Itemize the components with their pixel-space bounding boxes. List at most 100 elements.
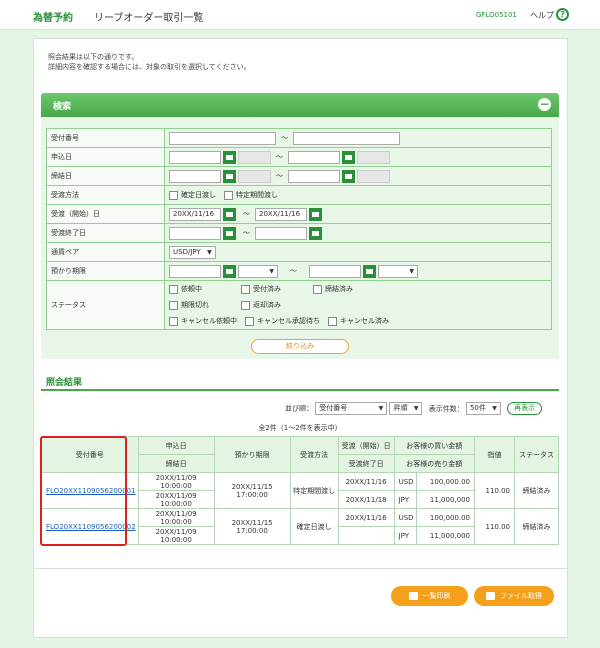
col-buy-amount: お客様の買い金額 [393, 436, 476, 455]
cell-apply-date: 20XX/11/09 10:00:00 [137, 472, 215, 491]
calendar-icon[interactable] [342, 150, 355, 164]
checkbox-status-cancel-requesting[interactable]: キャンセル依頼中 [169, 313, 237, 329]
cell-buy-amount: 100,000.00 [415, 508, 476, 527]
receipt-no-to-input[interactable] [293, 131, 400, 145]
col-delivery-start: 受渡（開始）日 [337, 436, 395, 455]
results-table: 受付番号 申込日 預かり期限 受渡方法 受渡（開始）日 お客様の買い金額 指値 … [41, 436, 559, 545]
checkbox-status-contracted[interactable]: 締結済み [313, 281, 353, 297]
print-button-label: 一覧印刷 [422, 592, 451, 600]
footer-divider [33, 568, 568, 569]
screen-id: GFLO05101 [476, 11, 517, 19]
sort-select[interactable]: 受付番号 [315, 402, 388, 415]
label-receipt-no: 受付番号 [46, 128, 165, 148]
expiry-to-time-select[interactable] [378, 264, 418, 278]
delivery-start-from-input[interactable]: 20XX/11/16 [169, 207, 221, 221]
delivery-end-to-input[interactable] [255, 226, 307, 240]
receipt-no-from-input[interactable] [169, 131, 276, 145]
apply-date-to-input[interactable] [288, 150, 340, 164]
checkbox-status-expired[interactable]: 期限切れ [169, 297, 233, 313]
checkbox-status-cancelled[interactable]: キャンセル済み [328, 313, 389, 329]
help-icon[interactable]: ? [556, 8, 569, 21]
row-apply-date: 申込日 ～ [46, 147, 552, 167]
col-delivery-method: 受渡方法 [289, 436, 339, 473]
checkbox-status-accepted[interactable]: 受付済み [241, 281, 305, 297]
collapse-icon[interactable]: − [538, 98, 551, 111]
order-select[interactable]: 昇順 [389, 402, 423, 415]
delivery-end-from-input[interactable] [169, 226, 221, 240]
apply-time-from-input [238, 150, 271, 164]
cell-sell-amount: 11,000,000 [415, 490, 476, 509]
narrow-down-button[interactable]: 絞り込み [251, 339, 349, 354]
col-sell-amount: お客様の売り金額 [393, 454, 476, 473]
row-contract-date: 締結日 ～ [46, 166, 552, 186]
tilde: ～ [276, 172, 283, 180]
calendar-icon[interactable] [223, 226, 236, 240]
tilde: ～ [290, 267, 297, 275]
cell-sell-ccy: JPY [393, 526, 417, 545]
row-receipt-no: 受付番号 ～ [46, 128, 552, 148]
file-button-label: ファイル取得 [500, 592, 542, 600]
label-currency-pair: 通貨ペア [46, 242, 165, 262]
row-delivery-start: 受渡（開始）日 20XX/11/16 ～ 20XX/11/16 [46, 204, 552, 224]
print-list-button[interactable]: 一覧印刷 [391, 586, 468, 606]
calendar-icon[interactable] [223, 207, 236, 221]
calendar-icon[interactable] [223, 150, 236, 164]
calendar-icon[interactable] [342, 169, 355, 183]
checkbox-specified-period[interactable]: 特定期間渡し [224, 190, 278, 200]
cell-delivery-start: 20XX/11/16 [337, 472, 395, 491]
table-row: FLO20XX1109056200002 20XX/11/09 10:00:00… [41, 508, 559, 545]
calendar-icon[interactable] [223, 264, 236, 278]
calendar-icon[interactable] [223, 169, 236, 183]
redisplay-button[interactable]: 再表示 [507, 402, 543, 415]
delivery-start-to-input[interactable]: 20XX/11/16 [255, 207, 307, 221]
calendar-icon[interactable] [309, 207, 322, 221]
contract-date-from-input[interactable] [169, 169, 221, 183]
cell-apply-date: 20XX/11/09 10:00:00 [137, 508, 215, 527]
cell-contract-date: 20XX/11/09 10:00:00 [137, 490, 215, 509]
cell-expiry: 20XX/11/15 17:00:00 [213, 508, 291, 545]
checkbox-fixed-date[interactable]: 確定日渡し [169, 190, 216, 200]
currency-pair-select[interactable]: USD/JPY [169, 245, 216, 259]
cell-buy-amount: 100,000.00 [415, 472, 476, 491]
table-header-row: 受付番号 申込日 預かり期限 受渡方法 受渡（開始）日 お客様の買い金額 指値 … [41, 436, 559, 473]
col-status: ステータス [514, 436, 559, 473]
expiry-from-input[interactable] [169, 264, 221, 278]
cell-delivery-end: 20XX/11/18 [337, 490, 395, 509]
checkbox-status-requesting[interactable]: 依頼中 [169, 281, 233, 297]
tilde: ～ [281, 134, 288, 142]
col-delivery-end: 受渡終了日 [337, 454, 395, 473]
help-link[interactable]: ヘルプ [530, 10, 554, 21]
receipt-no-link[interactable]: FLO20XX1109056200002 [46, 523, 136, 531]
per-page-label: 表示件数： [428, 404, 464, 413]
row-currency-pair: 通貨ペア USD/JPY [46, 242, 552, 262]
sort-label: 並び順： [285, 404, 313, 413]
results-title: 照会結果 [46, 378, 83, 388]
search-panel-header[interactable]: 検索 [41, 93, 559, 117]
expiry-to-input[interactable] [309, 264, 361, 278]
intro-line-1: 照会結果は以下の通りです。 [48, 53, 139, 61]
per-page-select[interactable]: 50件 [465, 402, 501, 415]
col-price: 指値 [474, 436, 515, 473]
contract-date-to-input[interactable] [288, 169, 340, 183]
calendar-icon[interactable] [309, 226, 322, 240]
apply-time-to-input [357, 150, 390, 164]
cell-delivery-end [337, 526, 395, 545]
col-contract-date: 締結日 [137, 454, 215, 473]
expiry-from-time-select[interactable] [238, 264, 278, 278]
tilde: ～ [243, 229, 250, 237]
calendar-icon[interactable] [363, 264, 376, 278]
contract-time-from-input [238, 169, 271, 183]
checkbox-status-cancel-pending[interactable]: キャンセル承認待ち [245, 313, 320, 329]
col-apply-date: 申込日 [137, 436, 215, 455]
cell-delivery-method: 確定日渡し [289, 508, 339, 545]
receipt-no-link[interactable]: FLO20XX1109056200001 [46, 487, 136, 495]
row-expiry: 預かり期限 ～ [46, 261, 552, 281]
cell-price: 110.00 [474, 472, 515, 509]
checkbox-status-returned[interactable]: 返却済み [241, 297, 281, 313]
col-expiry: 預かり期限 [213, 436, 291, 473]
get-file-button[interactable]: ファイル取得 [474, 586, 554, 606]
apply-date-from-input[interactable] [169, 150, 221, 164]
cell-contract-date: 20XX/11/09 10:00:00 [137, 526, 215, 545]
result-count: 全2件（1～2件を表示中） [258, 424, 342, 432]
brand-label: 為替予約 [33, 13, 73, 24]
